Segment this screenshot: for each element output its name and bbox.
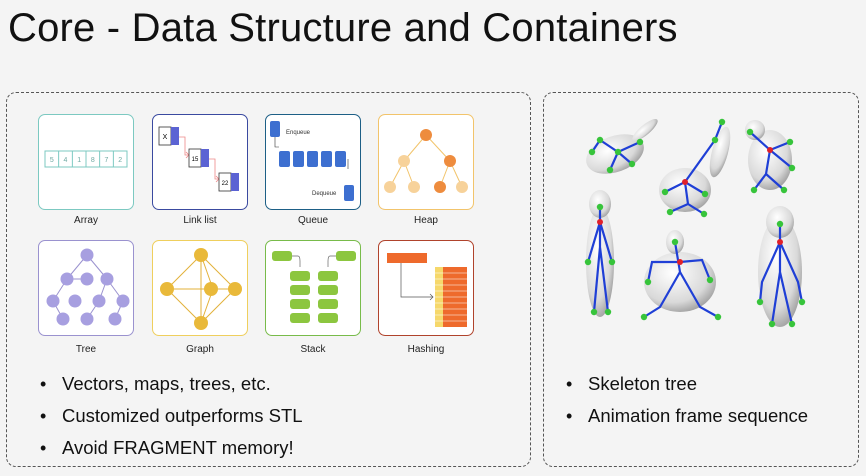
queue-cell xyxy=(335,151,346,167)
array-cell-value: 1 xyxy=(77,157,81,164)
array-label: Array xyxy=(74,215,98,226)
hashing-illustration xyxy=(387,253,467,327)
left-bullet-list: Vectors, maps, trees, etc. Customized ou… xyxy=(34,372,303,468)
hashing-card xyxy=(378,240,474,336)
queue-dequeue-label: Dequeue xyxy=(312,191,337,197)
graph-illustration xyxy=(160,248,242,330)
array-cell-value: 4 xyxy=(64,157,68,164)
graph-card xyxy=(152,240,248,336)
right-bullet-2: Animation frame sequence xyxy=(560,404,808,436)
tree-card xyxy=(38,240,134,336)
heap-illustration xyxy=(384,129,468,193)
queue-cell xyxy=(321,151,332,167)
skeleton-poses-image xyxy=(584,118,806,328)
linklist-node-2: 15 xyxy=(192,157,199,163)
array-cell-value: 8 xyxy=(91,157,95,164)
queue-cell xyxy=(279,151,290,167)
linklist-node-1: X xyxy=(163,134,168,141)
left-bullet-2: Customized outperforms STL xyxy=(34,404,303,436)
queue-cell xyxy=(307,151,318,167)
array-cell-value: 7 xyxy=(105,157,109,164)
queue-cells xyxy=(279,151,346,167)
linklist-illustration: X 15 22 xyxy=(158,126,239,192)
hashing-label: Hashing xyxy=(407,344,445,355)
slide-title: Core - Data Structure and Containers xyxy=(8,6,678,50)
left-bullet-3: Avoid FRAGMENT memory! xyxy=(34,436,303,468)
array-cell-value: 5 xyxy=(50,157,54,164)
tree-label: Tree xyxy=(75,344,97,355)
stack-illustration xyxy=(272,251,356,323)
stack-card xyxy=(265,240,361,336)
heap-card xyxy=(378,114,474,210)
queue-illustration: Enqueue Dequeue xyxy=(270,121,354,201)
queue-cell xyxy=(293,151,304,167)
left-bullet-1: Vectors, maps, trees, etc. xyxy=(34,372,303,404)
linklist-card: X 15 22 xyxy=(152,114,248,210)
queue-card: Enqueue Dequeue xyxy=(265,114,361,210)
graph-label: Graph xyxy=(186,344,214,355)
heap-label: Heap xyxy=(414,215,438,226)
queue-label: Queue xyxy=(297,215,329,226)
right-bullet-1: Skeleton tree xyxy=(560,372,808,404)
array-card: 5 4 1 8 7 2 xyxy=(38,114,134,210)
right-bullet-list: Skeleton tree Animation frame sequence xyxy=(560,372,808,436)
array-cell-value: 2 xyxy=(118,157,122,164)
array-cells: 5 4 1 8 7 2 xyxy=(44,150,128,168)
stack-label: Stack xyxy=(300,344,326,355)
queue-enqueue-label: Enqueue xyxy=(286,130,311,136)
linklist-node-3: 22 xyxy=(222,181,229,187)
array-illustration: 5 4 1 8 7 2 xyxy=(44,150,128,168)
linklist-label: Link list xyxy=(183,215,217,226)
tree-illustration xyxy=(46,248,130,326)
